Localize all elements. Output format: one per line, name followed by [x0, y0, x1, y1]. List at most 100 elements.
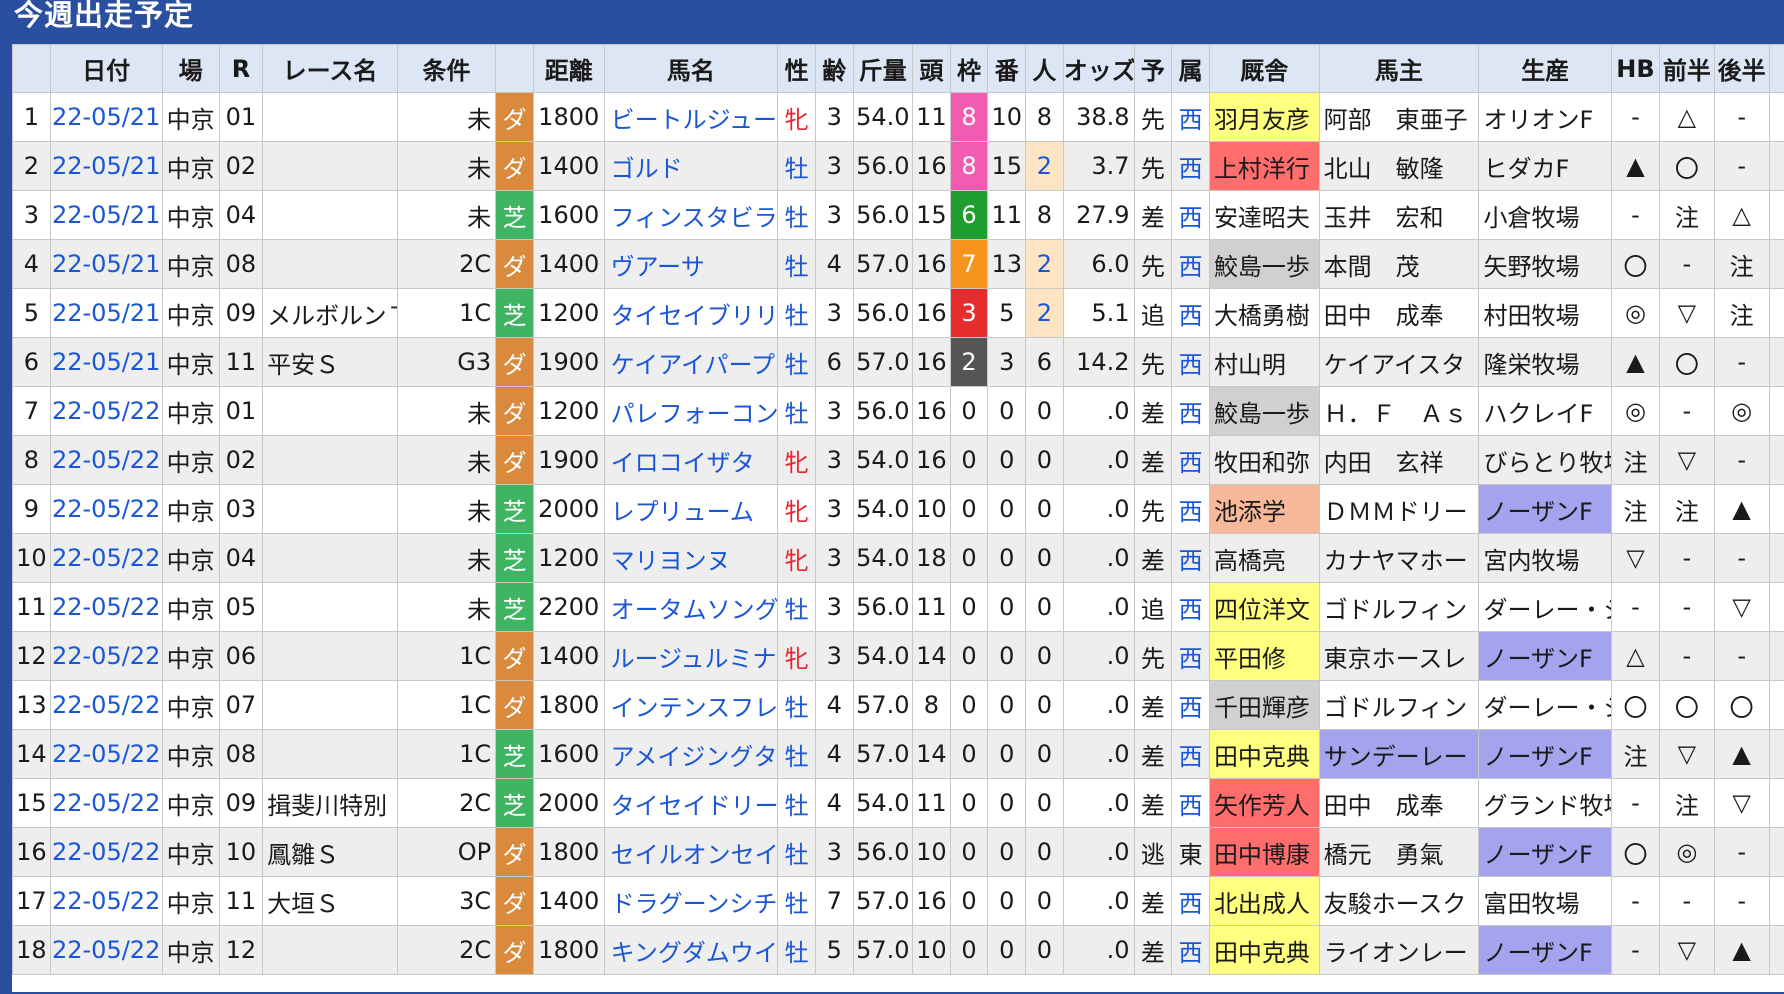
column-header-18[interactable]: 予 — [1133, 44, 1173, 93]
table-row[interactable]: 122-05/21中京01未馬ダ1800ビートルジュース牝354.0118108… — [12, 92, 1784, 142]
column-header-17[interactable]: オッズ — [1062, 44, 1135, 93]
cell-dist: 1600 — [532, 729, 605, 779]
cell-race-name: 大垣Ｓ — [262, 876, 398, 926]
column-header-4[interactable]: レース名 — [262, 44, 398, 93]
column-header-5[interactable]: 条件 — [396, 44, 497, 93]
table-row[interactable]: 1122-05/22中京05未馬芝2200オータムソング牡356.011000.… — [12, 582, 1784, 632]
column-header-23[interactable]: HB — [1610, 44, 1660, 93]
column-header-8[interactable]: 距離 — [532, 44, 605, 93]
cell-horse[interactable]: タイセイブリリオ — [603, 288, 779, 338]
table-row[interactable]: 822-05/22中京02未馬ダ1900イロコイザタ牝354.016000.0差… — [12, 435, 1784, 485]
cell-age: 3 — [814, 190, 854, 240]
cell-horse[interactable]: レプリューム — [603, 484, 779, 534]
cell-odds: 14.2 — [1062, 337, 1135, 387]
cell-horse[interactable]: オータムソング — [603, 582, 779, 632]
table-row[interactable]: 222-05/21中京02未馬ダ1400ゴルド牡356.01681523.7先西… — [12, 141, 1784, 191]
column-header-16[interactable]: 人 — [1025, 44, 1064, 93]
table-row[interactable]: 522-05/21中京09メルボルンＴ1C馬芝1200タイセイブリリオ牡356.… — [12, 288, 1784, 338]
cell-date[interactable]: 22-05/22 — [49, 533, 163, 583]
table-row[interactable]: 1722-05/22中京11大垣Ｓ3C定ダ1400ドラグーンシチー牡757.01… — [12, 876, 1784, 926]
cell-date[interactable]: 22-05/21 — [49, 190, 163, 240]
cell-venue: 中京 — [161, 484, 220, 534]
cell-date[interactable]: 22-05/21 — [49, 337, 163, 387]
cell-ban: 0 — [987, 680, 1027, 730]
column-header-2[interactable]: 場 — [161, 44, 220, 93]
column-header-0[interactable] — [12, 44, 51, 93]
cell-venue: 中京 — [161, 582, 220, 632]
column-header-3[interactable]: R — [218, 44, 264, 93]
column-header-11[interactable]: 齢 — [814, 44, 854, 93]
column-header-22[interactable]: 生産 — [1478, 44, 1612, 93]
cell-date[interactable]: 22-05/22 — [49, 386, 163, 436]
cell-date[interactable]: 22-05/22 — [49, 778, 163, 828]
cell-date[interactable]: 22-05/22 — [49, 484, 163, 534]
cell-date[interactable]: 22-05/22 — [49, 582, 163, 632]
table-row[interactable]: 622-05/21中京11平安ＳG3別ダ1900ケイアイパープル牡657.016… — [12, 337, 1784, 387]
column-header-9[interactable]: 馬名 — [603, 44, 779, 93]
cell-horse[interactable]: ビートルジュース — [603, 92, 779, 142]
column-header-26[interactable]: 総 — [1768, 44, 1784, 93]
cell-horse[interactable]: タイセイドリーマー — [603, 778, 779, 828]
cell-date[interactable]: 22-05/22 — [49, 729, 163, 779]
cell-horse[interactable]: ケイアイパープル — [603, 337, 779, 387]
cell-date[interactable]: 22-05/21 — [49, 288, 163, 338]
table-row[interactable]: 1622-05/22中京10鳳雛ＳOP別ダ1800セイルオンセイラー牡356.0… — [12, 827, 1784, 877]
column-header-15[interactable]: 番 — [987, 44, 1027, 93]
cell-horse[interactable]: ゴルド — [603, 141, 779, 191]
cell-horse[interactable]: ルージュルミナス — [603, 631, 779, 681]
column-header-21[interactable]: 馬主 — [1318, 44, 1480, 93]
cell-race: 02 — [218, 141, 264, 191]
cell-date[interactable]: 22-05/22 — [49, 631, 163, 681]
table-row[interactable]: 322-05/21中京04未馬芝1600フィンスタビライザ牡356.015611… — [12, 190, 1784, 240]
table-row[interactable]: 1222-05/22中京061C馬ダ1400ルージュルミナス牝354.01400… — [12, 631, 1784, 681]
table-row[interactable]: 1522-05/22中京09揖斐川特別2Cハ芝2000タイセイドリーマー牡454… — [12, 778, 1784, 828]
cell-odds: .0 — [1062, 631, 1135, 681]
table-row[interactable]: 1022-05/22中京04未馬芝1200マリヨンヌ牝354.018000.0差… — [12, 533, 1784, 583]
cell-breeder: ハクレイF — [1478, 386, 1612, 436]
cell-date[interactable]: 22-05/22 — [49, 435, 163, 485]
cell-date[interactable]: 22-05/22 — [49, 876, 163, 926]
column-header-19[interactable]: 属 — [1171, 44, 1210, 93]
column-header-13[interactable]: 頭 — [912, 44, 951, 93]
column-header-20[interactable]: 厩舎 — [1208, 44, 1320, 93]
table-row[interactable]: 1422-05/22中京081C定芝1600アメイジングタイム牡457.0140… — [12, 729, 1784, 779]
cell-date[interactable]: 22-05/21 — [49, 141, 163, 191]
column-header-14[interactable]: 枠 — [949, 44, 989, 93]
cell-date[interactable]: 22-05/22 — [49, 827, 163, 877]
cell-horse[interactable]: ヴアーサ — [603, 239, 779, 289]
cell-race-name — [262, 680, 398, 730]
cell-horse[interactable]: アメイジングタイム — [603, 729, 779, 779]
cell-heads: 16 — [912, 386, 951, 436]
cell-horse[interactable]: パレフォーコン — [603, 386, 779, 436]
cell-horse[interactable]: セイルオンセイラー — [603, 827, 779, 877]
cell-horse[interactable]: マリヨンヌ — [603, 533, 779, 583]
table-row[interactable]: 422-05/21中京082C定ダ1400ヴアーサ牡457.01671326.0… — [12, 239, 1784, 289]
cell-horse[interactable]: キングダムウイナー — [603, 925, 779, 975]
cell-waku: 8 — [949, 141, 989, 191]
cell-horse[interactable]: インテンスフレイム — [603, 680, 779, 730]
table-row[interactable]: 1822-05/22中京122C定ダ1800キングダムウイナー牡557.0100… — [12, 925, 1784, 975]
cell-venue: 中京 — [161, 876, 220, 926]
column-header-1[interactable]: 日付 — [49, 44, 163, 93]
table-row[interactable]: 922-05/22中京03未馬芝2000レプリューム牝354.010000.0先… — [12, 484, 1784, 534]
column-header-12[interactable]: 斤量 — [852, 44, 914, 93]
column-header-10[interactable]: 性 — [777, 44, 816, 93]
column-header-7[interactable] — [495, 44, 534, 93]
cell-sex: 牝 — [777, 533, 816, 583]
table-row[interactable]: 1322-05/22中京071C定ダ1800インテンスフレイム牡457.0800… — [12, 680, 1784, 730]
cell-date[interactable]: 22-05/21 — [49, 92, 163, 142]
cell-horse[interactable]: フィンスタビライザ — [603, 190, 779, 240]
cell-surface: 芝 — [495, 729, 534, 779]
cell-date[interactable]: 22-05/21 — [49, 239, 163, 289]
column-header-25[interactable]: 後半 — [1713, 44, 1770, 93]
table-row[interactable]: 722-05/22中京01未馬ダ1200パレフォーコン牡356.016000.0… — [12, 386, 1784, 436]
cell-age: 7 — [814, 876, 854, 926]
cell-waku: 6 — [949, 190, 989, 240]
cell-horse[interactable]: イロコイザタ — [603, 435, 779, 485]
cell-horse[interactable]: ドラグーンシチー — [603, 876, 779, 926]
entries-table-container[interactable]: 日付場Rレース名条件距離馬名性齢斤量頭枠番人オッズ予属厩舎馬主生産HB前半後半総… — [12, 44, 1784, 992]
cell-kou: - — [1713, 827, 1770, 877]
cell-date[interactable]: 22-05/22 — [49, 925, 163, 975]
column-header-24[interactable]: 前半 — [1658, 44, 1715, 93]
cell-date[interactable]: 22-05/22 — [49, 680, 163, 730]
